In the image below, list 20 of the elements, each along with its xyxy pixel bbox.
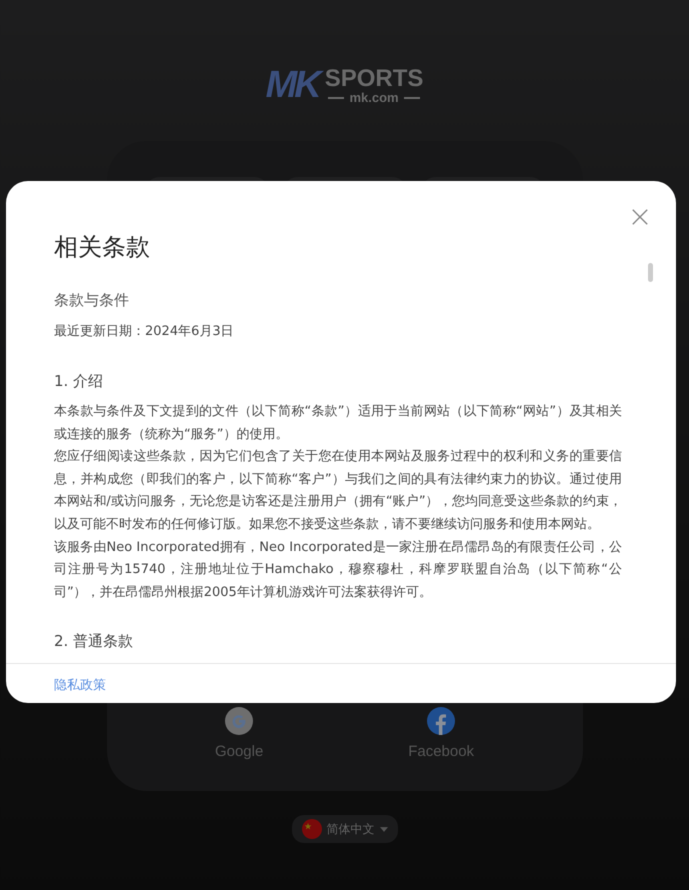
scrollbar-thumb[interactable] (648, 263, 653, 282)
privacy-policy-link[interactable]: 隐私政策 (54, 678, 106, 693)
language-selector[interactable]: 简体中文 (292, 815, 398, 843)
google-icon (225, 707, 254, 735)
section-heading: 2. 普通条款 (54, 632, 134, 652)
caret-icon (380, 826, 388, 832)
facebook-icon (427, 707, 456, 735)
update-date: 最近更新日期：2024年6月3日 (54, 323, 235, 340)
section-subtitle: 条款与条件 (54, 291, 130, 310)
logo-domain: mk.com (349, 91, 399, 104)
paragraph: 您应仔细阅读这些条款，因为它们包含了关于您在使用本网站及服务过程中的权利和义务的重要信息，并构成您（即我们的客户，以下简称“客户”）与我们之间的具有法律约束力的协议。通过使用本网站和/或访问服务，无论您是访客还是注册用户（拥有“账户”），您均同意受这些条款的约束，以及可能不时发布的任何修订版。如果您不接受这些条款，请不要继续访问服务和使用本网站。 (54, 448, 622, 534)
paragraph: 本条款与条件及下文提到的文件（以下简称“条款”）适用于当前网站（以下简称“网站”）及其相关或连接的服务（统称为“服务”）的使用。 (54, 403, 622, 444)
dialog-title: 相关条款 (54, 232, 151, 263)
close-icon[interactable] (631, 208, 649, 226)
logo-wordmark: SPORTS (324, 67, 424, 91)
paragraph: 该服务由Neo Incorporated拥有，Neo Incorporated是一家注册在昂儒昂岛的有限责任公司，公司注册号为15740，注册地址位于Hamchako，穆察穆杜，科摩罗联盟自治岛（以下简称“公司”），并在昂儒昂州根据2005年计算机游戏许可法案获得许可。 (54, 538, 622, 602)
section-heading: 1. 介绍 (54, 372, 104, 391)
social-login-button[interactable]: Facebook (402, 706, 480, 761)
social-login-button[interactable]: Google (208, 706, 270, 761)
flag-icon (302, 819, 322, 839)
